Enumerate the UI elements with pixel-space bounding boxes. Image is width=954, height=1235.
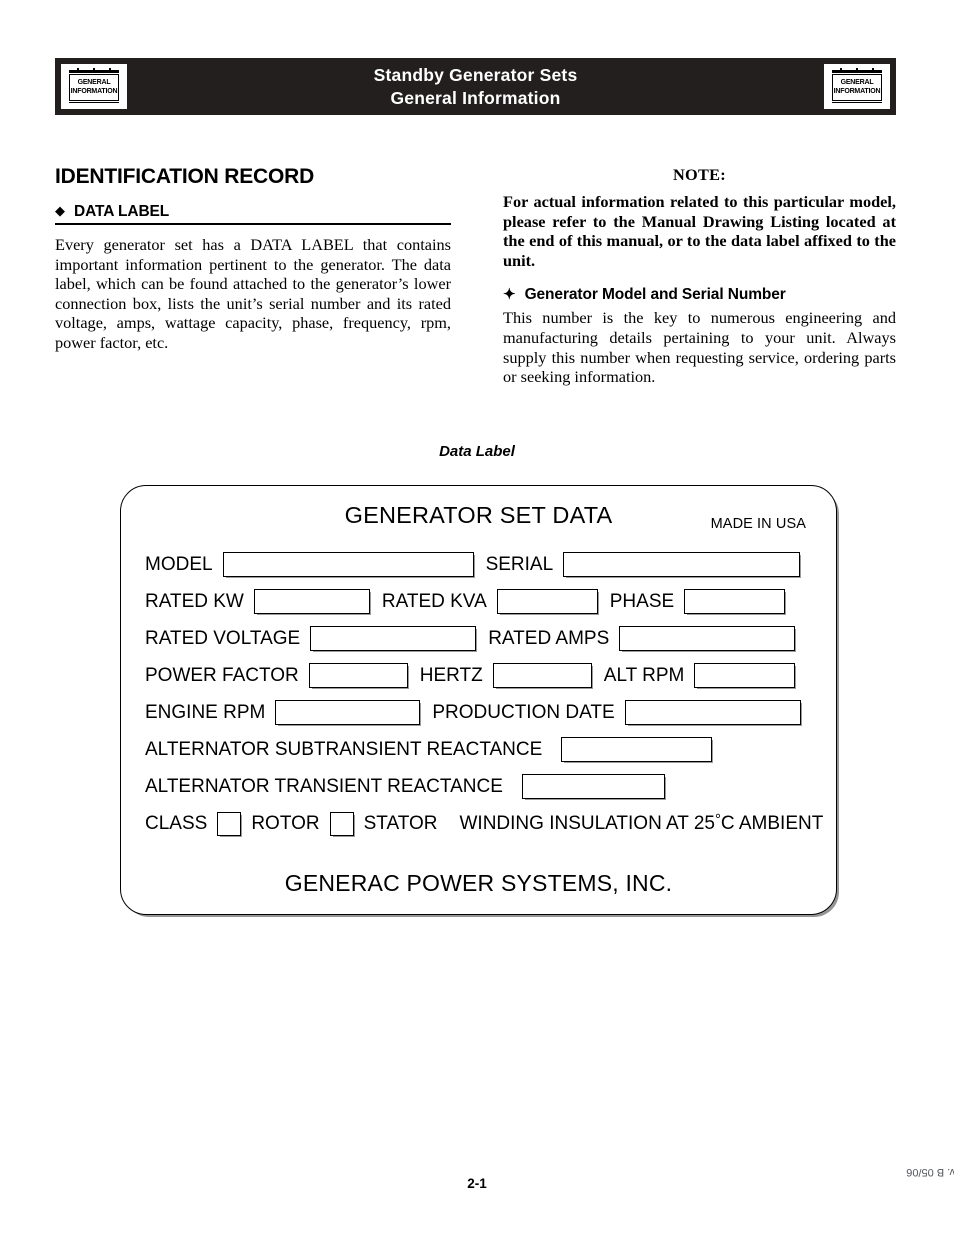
field-phase[interactable] [684,589,786,614]
sign-board: GENERAL INFORMATION [69,74,119,101]
label-production-date: PRODUCTION DATE [432,701,615,723]
label-rotor: ROTOR [251,812,320,834]
label-stator: STATOR [363,812,438,834]
data-label-paragraph: Every generator set has a DATA LABEL tha… [55,235,451,352]
diamond-bullet-icon: ◆ [55,203,65,218]
field-model[interactable] [222,552,474,577]
data-label-subsection-title: DATA LABEL [74,203,170,220]
field-alt-rpm[interactable] [694,663,796,688]
label-rated-voltage: RATED VOLTAGE [145,627,301,649]
winding-note-suffix: C AMBIENT [720,813,824,835]
page-header-bar: GENERAL INFORMATION Standby Generator Se… [55,58,896,115]
row-model-serial: MODEL SERIAL [121,546,836,583]
page-number: 2-1 [467,1176,487,1191]
row-subtransient-reactance: ALTERNATOR SUBTRANSIENT REACTANCE [121,731,836,768]
label-rated-kw: RATED KW [145,590,244,612]
field-alternator-subtransient-reactance[interactable] [561,737,713,762]
star-bullet-icon: ✦ [503,286,516,304]
winding-insulation-note: WINDING INSULATION AT 25°C AMBIENT [459,812,823,835]
field-rated-kva[interactable] [496,589,598,614]
label-alternator-transient-reactance: ALTERNATOR TRANSIENT REACTANCE [145,775,503,797]
data-label-subsection-heading: ◆ DATA LABEL [55,203,451,225]
sign-foot [832,101,882,103]
row-engine-rpm-production-date: ENGINE RPM PRODUCTION DATE [121,694,836,731]
serial-number-subsection-heading: ✦ Generator Model and Serial Number [503,286,896,304]
header-title: Standby Generator Sets General Informati… [127,64,824,110]
made-in-usa-text: MADE IN USA [710,516,806,532]
field-rated-amps[interactable] [619,626,796,651]
label-phase: PHASE [609,590,675,612]
field-rated-kw[interactable] [253,589,370,614]
note-title: NOTE: [672,165,727,184]
serial-number-paragraph: This number is the key to numerous engin… [503,308,896,387]
row-transient-reactance: ALTERNATOR TRANSIENT REACTANCE [121,768,836,805]
logo-text-line2: INFORMATION [70,87,118,95]
checkbox-rotor-class[interactable] [217,811,242,836]
logo-text-line2: INFORMATION [833,87,881,95]
header-logo-right: GENERAL INFORMATION [824,64,890,109]
left-text-column: IDENTIFICATION RECORD ◆ DATA LABEL Every… [55,165,451,353]
sign-tick [856,68,858,71]
label-engine-rpm: ENGINE RPM [145,701,266,723]
field-engine-rpm[interactable] [275,700,421,725]
label-hertz: HERTZ [419,664,483,686]
header-title-line2: General Information [390,87,561,108]
winding-note-prefix: WINDING INSULATION AT 25 [459,813,715,835]
figure-caption: Data Label [439,443,515,460]
row-class-rotor-stator: CLASS ROTOR STATOR WINDING INSULATION AT… [121,805,836,842]
label-serial: SERIAL [485,553,554,575]
label-alternator-subtransient-reactance: ALTERNATOR SUBTRANSIENT REACTANCE [145,738,543,760]
serial-number-subsection-title: Generator Model and Serial Number [524,286,786,304]
field-hertz[interactable] [492,663,592,688]
field-serial[interactable] [563,552,801,577]
label-power-factor: POWER FACTOR [145,664,299,686]
checkbox-stator-class[interactable] [329,811,354,836]
page-title: IDENTIFICATION RECORD [55,165,315,188]
right-text-column: NOTE: For actual information related to … [503,165,896,387]
field-production-date[interactable] [624,700,801,725]
general-information-sign-icon: GENERAL INFORMATION [67,68,121,105]
general-information-sign-icon: GENERAL INFORMATION [830,68,884,105]
field-alternator-transient-reactance[interactable] [521,774,665,799]
document-revision-code: Identy 002 Rev. B 05/06 [906,1166,954,1178]
note-body: For actual information related to this p… [503,192,896,270]
row-pf-hertz-altrpm: POWER FACTOR HERTZ ALT RPM [121,657,836,694]
sign-board: GENERAL INFORMATION [832,74,882,101]
label-rated-kva: RATED KVA [381,590,487,612]
row-voltage-amps: RATED VOLTAGE RATED AMPS [121,620,836,657]
header-logo-left: GENERAL INFORMATION [61,64,127,109]
field-rated-voltage[interactable] [310,626,477,651]
sign-rail [832,68,882,73]
sign-tick [93,68,95,71]
label-model: MODEL [145,553,213,575]
card-company-name: GENERAC POWER SYSTEMS, INC. [284,870,673,896]
logo-text-line1: GENERAL [77,79,111,86]
card-title-row: GENERATOR SET DATA MADE IN USA [121,502,836,546]
field-power-factor[interactable] [308,663,408,688]
header-title-line1: Standby Generator Sets [373,64,578,85]
row-kw-kva-phase: RATED KW RATED KVA PHASE [121,583,836,620]
sign-foot [69,101,119,103]
sign-rail [69,68,119,73]
data-label-figure: GENERATOR SET DATA MADE IN USA MODEL SER… [120,485,837,915]
label-rated-amps: RATED AMPS [488,627,610,649]
label-alt-rpm: ALT RPM [603,664,685,686]
logo-text-line1: GENERAL [840,79,874,86]
label-class: CLASS [145,812,208,834]
